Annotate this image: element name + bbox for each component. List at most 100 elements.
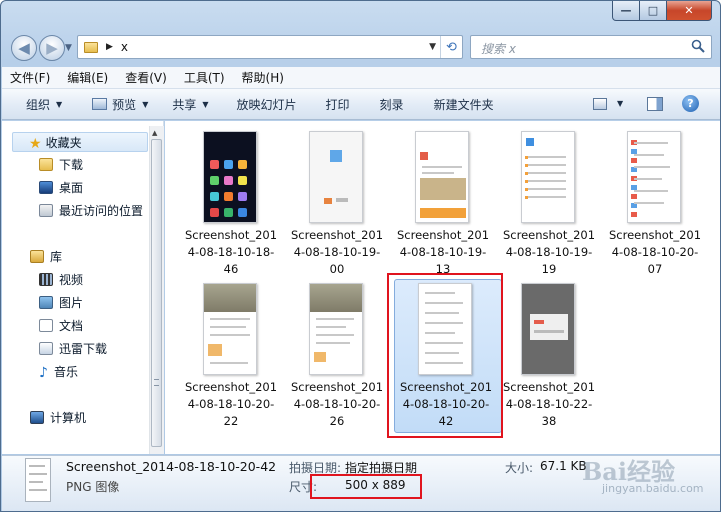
breadcrumb-segment[interactable]: x	[121, 40, 128, 54]
computer-icon	[30, 410, 44, 424]
sidebar-item-label: 下载	[59, 157, 84, 172]
red-highlight-box	[387, 273, 503, 438]
pictures-icon	[39, 295, 53, 309]
file-name: Screenshot_201 4-08-18-10-19- 00	[290, 228, 384, 276]
file-item[interactable]: Screenshot_201 4-08-18-10-19- 00	[285, 131, 389, 291]
scroll-up-arrow-icon[interactable]: ▲	[152, 129, 157, 137]
back-button[interactable]: ◀	[11, 35, 37, 61]
sidebar-item-label: 视频	[59, 272, 84, 287]
new-folder-button[interactable]: 新建文件夹	[434, 96, 494, 113]
close-button[interactable]: ✕	[666, 1, 712, 21]
file-item[interactable]: Screenshot_201 4-08-18-10-19- 19	[497, 131, 601, 291]
file-name: Screenshot_201 4-08-18-10-19- 19	[502, 228, 596, 276]
file-name: Screenshot_201 4-08-18-10-19- 13	[396, 228, 490, 276]
file-name: Screenshot_201 4-08-18-10-20- 07	[608, 228, 702, 276]
menu-view[interactable]: 查看(V)	[125, 69, 167, 86]
documents-icon	[39, 318, 53, 332]
sidebar-item-label: 桌面	[59, 180, 84, 195]
chevron-down-icon: ▼	[56, 99, 63, 109]
file-name: Screenshot_201 4-08-18-10-18- 46	[184, 228, 278, 276]
file-name: Screenshot_201 4-08-18-10-22- 38	[502, 380, 596, 428]
sidebar-item-label: 文档	[59, 318, 84, 333]
file-item[interactable]: Screenshot_201 4-08-18-10-20- 22	[179, 283, 283, 443]
file-thumbnail	[521, 131, 575, 223]
menu-edit[interactable]: 编辑(E)	[67, 69, 108, 86]
maximize-button[interactable]: □	[639, 1, 667, 21]
sidebar-item-libraries[interactable]: 库	[30, 246, 62, 266]
search-icon[interactable]	[691, 39, 705, 53]
minimize-button[interactable]: —	[612, 1, 640, 21]
menu-help[interactable]: 帮助(H)	[242, 69, 284, 86]
slideshow-button[interactable]: 放映幻灯片	[237, 96, 297, 113]
share-button[interactable]: 共享 ▼	[172, 96, 208, 113]
folder-icon	[84, 41, 98, 53]
menu-bar: 文件(F) 编辑(E) 查看(V) 工具(T) 帮助(H)	[2, 67, 720, 89]
share-label: 共享	[172, 97, 197, 112]
preview-pane-icon[interactable]	[647, 97, 663, 111]
change-view-icon[interactable]	[593, 98, 607, 110]
sidebar-item-downloads[interactable]: 下载	[39, 154, 83, 174]
forward-arrow-icon: ▶	[46, 39, 58, 57]
details-file-type: PNG 图像	[66, 480, 120, 494]
menu-file[interactable]: 文件(F)	[10, 69, 50, 86]
sidebar-item-label: 图片	[59, 295, 84, 310]
music-note-icon: ♪	[39, 364, 48, 381]
new-folder-label: 新建文件夹	[433, 97, 494, 112]
file-item[interactable]: Screenshot_201 4-08-18-10-22- 38	[497, 283, 601, 443]
watermark-url: jingyan.baidu.com	[602, 482, 704, 495]
sidebar-item-music[interactable]: ♪ 音乐	[39, 361, 78, 381]
recent-places-icon	[39, 203, 53, 217]
print-button[interactable]: 打印	[326, 96, 350, 113]
organize-button[interactable]: 组织 ▼	[26, 96, 62, 113]
preview-button[interactable]: 预览 ▼	[92, 96, 148, 113]
slideshow-label: 放映幻灯片	[236, 97, 297, 112]
address-dropdown-icon[interactable]: ▼	[429, 42, 436, 52]
file-name: Screenshot_201 4-08-18-10-20- 22	[184, 380, 278, 428]
sidebar-item-label: 音乐	[53, 364, 78, 379]
sidebar-item-computer[interactable]: 计算机	[30, 407, 86, 427]
history-dropdown-icon[interactable]: ▼	[65, 43, 72, 53]
sidebar-item-thunder[interactable]: 迅雷下载	[39, 338, 107, 358]
search-input[interactable]: 搜索 x	[470, 35, 712, 59]
menu-tools[interactable]: 工具(T)	[184, 69, 225, 86]
explorer-window: — □ ✕ ◀ ▶ ▼ ▶ x ▼ ⟲ 搜索 x 文件(F) 编辑(E) 查看(…	[0, 0, 721, 512]
breadcrumb-separator-icon[interactable]: ▶	[106, 42, 113, 52]
preview-icon	[92, 98, 108, 110]
preview-label: 预览	[112, 97, 137, 112]
help-icon[interactable]: ?	[682, 95, 699, 112]
file-item[interactable]: Screenshot_201 4-08-18-10-20- 07	[603, 131, 707, 291]
print-label: 打印	[325, 97, 350, 112]
chevron-down-icon: ▼	[202, 99, 209, 109]
sidebar-item-favorites[interactable]: ★ 收藏夹	[12, 132, 148, 152]
scrollbar-thumb[interactable]	[151, 139, 162, 447]
back-arrow-icon: ◀	[18, 39, 30, 57]
sidebar-item-recent[interactable]: 最近访问的位置	[39, 200, 143, 220]
star-icon: ★	[29, 135, 42, 152]
navigation-pane: ★ 收藏夹 下载 桌面 最近访问的位置 库 视频 图片 文档 迅雷下载 ♪ 音乐 计…	[2, 121, 164, 454]
file-item[interactable]: Screenshot_201 4-08-18-10-20- 26	[285, 283, 389, 443]
file-thumbnail	[203, 283, 257, 375]
thunder-folder-icon	[39, 341, 53, 355]
forward-button[interactable]: ▶	[39, 35, 65, 61]
file-list: Screenshot_201 4-08-18-10-18- 46 Screens…	[165, 121, 720, 454]
sidebar-item-label: 计算机	[50, 410, 87, 425]
sidebar-item-label: 最近访问的位置	[59, 203, 144, 218]
sidebar-item-videos[interactable]: 视频	[39, 269, 83, 289]
file-thumbnail	[627, 131, 681, 223]
search-placeholder: 搜索 x	[481, 42, 516, 56]
library-icon	[30, 249, 44, 263]
refresh-icon[interactable]: ⟲	[440, 36, 462, 58]
burn-button[interactable]: 刻录	[380, 96, 404, 113]
file-item[interactable]: Screenshot_201 4-08-18-10-18- 46	[179, 131, 283, 291]
details-thumbnail	[25, 458, 51, 502]
sidebar-item-pictures[interactable]: 图片	[39, 292, 83, 312]
scrollbar-grip-icon	[154, 379, 159, 386]
sidebar-item-documents[interactable]: 文档	[39, 315, 83, 335]
view-options-dropdown-icon[interactable]: ▼	[617, 99, 623, 108]
sidebar-item-label: 库	[50, 249, 63, 264]
details-pane: Screenshot_2014-08-18-10-20-42 PNG 图像 拍摄…	[2, 455, 720, 511]
sidebar-item-desktop[interactable]: 桌面	[39, 177, 83, 197]
address-bar[interactable]: ▶ x ▼ ⟲	[77, 35, 463, 59]
file-item[interactable]: Screenshot_201 4-08-18-10-19- 13	[391, 131, 495, 291]
file-thumbnail	[309, 131, 363, 223]
